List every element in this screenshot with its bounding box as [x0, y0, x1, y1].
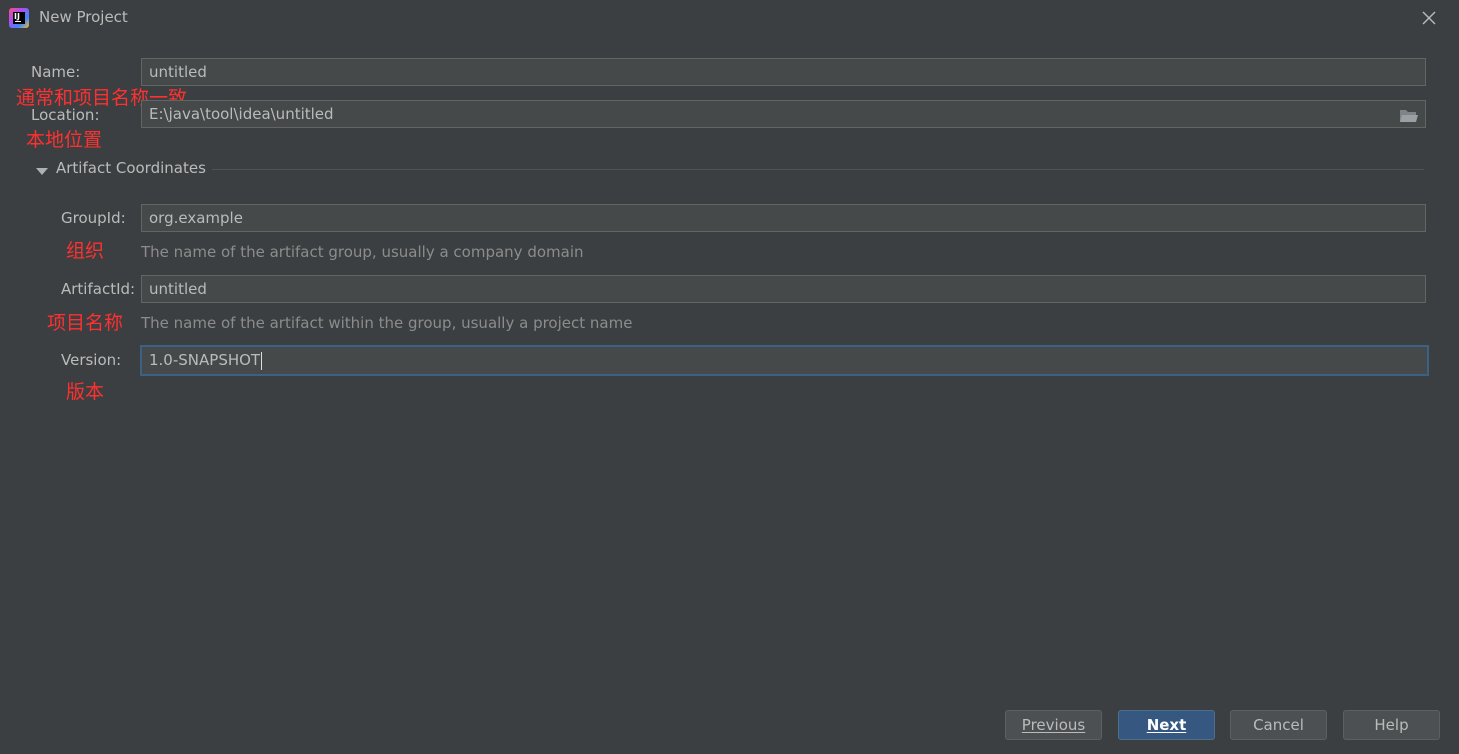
artifact-id-hint: The name of the artifact within the grou…: [141, 314, 633, 332]
location-label: Location:: [31, 106, 100, 124]
window-title: New Project: [39, 8, 128, 26]
intellij-idea-icon: IJ: [9, 8, 29, 28]
help-button[interactable]: Help: [1343, 710, 1440, 740]
collapse-triangle-icon[interactable]: [35, 163, 49, 175]
previous-button-label: Previous: [1021, 716, 1086, 734]
previous-button[interactable]: Previous: [1005, 710, 1102, 740]
name-input[interactable]: untitled: [141, 58, 1426, 86]
cancel-button-label: Cancel: [1253, 716, 1304, 734]
artifact-coordinates-title[interactable]: Artifact Coordinates: [56, 159, 206, 177]
group-id-label: GroupId:: [61, 209, 126, 227]
help-button-label: Help: [1374, 716, 1409, 734]
artifact-id-label: ArtifactId:: [61, 280, 136, 298]
version-input[interactable]: 1.0-SNAPSHOT: [140, 345, 1429, 376]
group-id-input[interactable]: org.example: [141, 204, 1426, 232]
close-icon[interactable]: [1419, 8, 1439, 28]
group-id-input-value: org.example: [149, 209, 243, 227]
text-caret: [261, 351, 263, 370]
app-icon-letters: IJ: [14, 12, 20, 21]
version-input-value: 1.0-SNAPSHOT: [149, 351, 261, 369]
cancel-button[interactable]: Cancel: [1230, 710, 1327, 740]
group-id-annotation: 组织: [66, 240, 105, 262]
title-bar: IJ New Project: [0, 0, 1459, 36]
next-button-label: Next: [1146, 716, 1187, 734]
group-id-hint: The name of the artifact group, usually …: [141, 243, 584, 261]
location-annotation: 本地位置: [26, 129, 103, 151]
next-button[interactable]: Next: [1118, 710, 1215, 740]
artifact-id-input[interactable]: untitled: [141, 275, 1426, 303]
name-label: Name:: [31, 63, 81, 81]
location-input-value: E:\java\tool\idea\untitled: [149, 105, 334, 123]
artifact-id-annotation: 项目名称: [47, 312, 124, 334]
section-divider: [212, 169, 1424, 170]
name-input-value: untitled: [149, 63, 207, 81]
folder-icon[interactable]: [1399, 106, 1419, 123]
new-project-dialog: IJ New Project Name: untitled 通常和项目名称一致 …: [0, 0, 1459, 754]
version-annotation: 版本: [66, 381, 105, 403]
location-input[interactable]: E:\java\tool\idea\untitled: [141, 100, 1426, 128]
artifact-id-input-value: untitled: [149, 280, 207, 298]
version-label: Version:: [61, 351, 122, 369]
